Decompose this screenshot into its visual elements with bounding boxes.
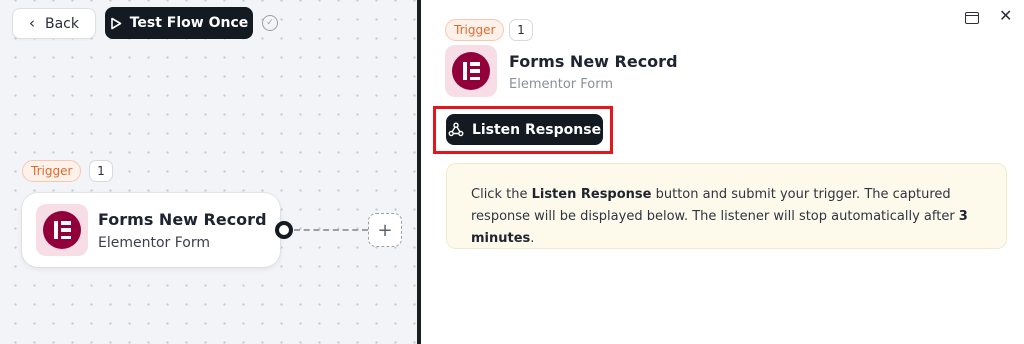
close-icon[interactable]: ✕ xyxy=(999,8,1012,24)
panel-title: Forms New Record xyxy=(509,52,678,71)
info-text-3: . xyxy=(530,231,535,246)
test-flow-label: Test Flow Once xyxy=(129,15,249,31)
test-flow-button[interactable]: Test Flow Once xyxy=(105,7,253,39)
info-bold-1: Listen Response xyxy=(531,187,652,202)
flow-canvas[interactable]: ‹ Back Test Flow Once ✓ Trigger 1 Forms … xyxy=(0,0,417,344)
back-button[interactable]: ‹ Back xyxy=(12,8,96,39)
back-button-label: Back xyxy=(45,15,79,32)
check-circle-icon: ✓ xyxy=(262,15,278,31)
elementor-logo-tile xyxy=(36,204,88,256)
trigger-badge: Trigger xyxy=(22,160,82,182)
node-subtitle: Elementor Form xyxy=(98,234,210,251)
listen-response-label: Listen Response xyxy=(471,121,602,138)
panel-trigger-badge: Trigger xyxy=(445,19,505,41)
elementor-icon xyxy=(452,52,490,90)
trigger-node-card[interactable]: Forms New Record Elementor Form xyxy=(22,193,280,267)
node-connector-line xyxy=(294,229,368,231)
node-title: Forms New Record xyxy=(98,209,267,229)
info-text-1: Click the xyxy=(471,187,532,202)
play-icon xyxy=(110,17,122,29)
panel-elementor-logo-tile xyxy=(445,45,497,97)
add-node-button[interactable]: + xyxy=(368,213,402,247)
chevron-left-icon: ‹ xyxy=(29,14,35,32)
elementor-icon xyxy=(43,211,81,249)
listen-info-box: Click the Listen Response button and sub… xyxy=(446,163,1007,249)
panel-subtitle: Elementor Form xyxy=(509,77,613,92)
window-icon[interactable] xyxy=(965,12,979,24)
node-details-panel: Trigger 1 ✕ Forms New Record Elementor F… xyxy=(421,0,1024,344)
node-output-port[interactable] xyxy=(275,221,293,239)
trigger-count-badge: 1 xyxy=(89,160,113,182)
listen-response-button[interactable]: Listen Response xyxy=(446,114,603,145)
webhook-icon xyxy=(448,122,464,137)
panel-count-badge: 1 xyxy=(509,19,533,41)
plus-icon: + xyxy=(377,219,393,241)
